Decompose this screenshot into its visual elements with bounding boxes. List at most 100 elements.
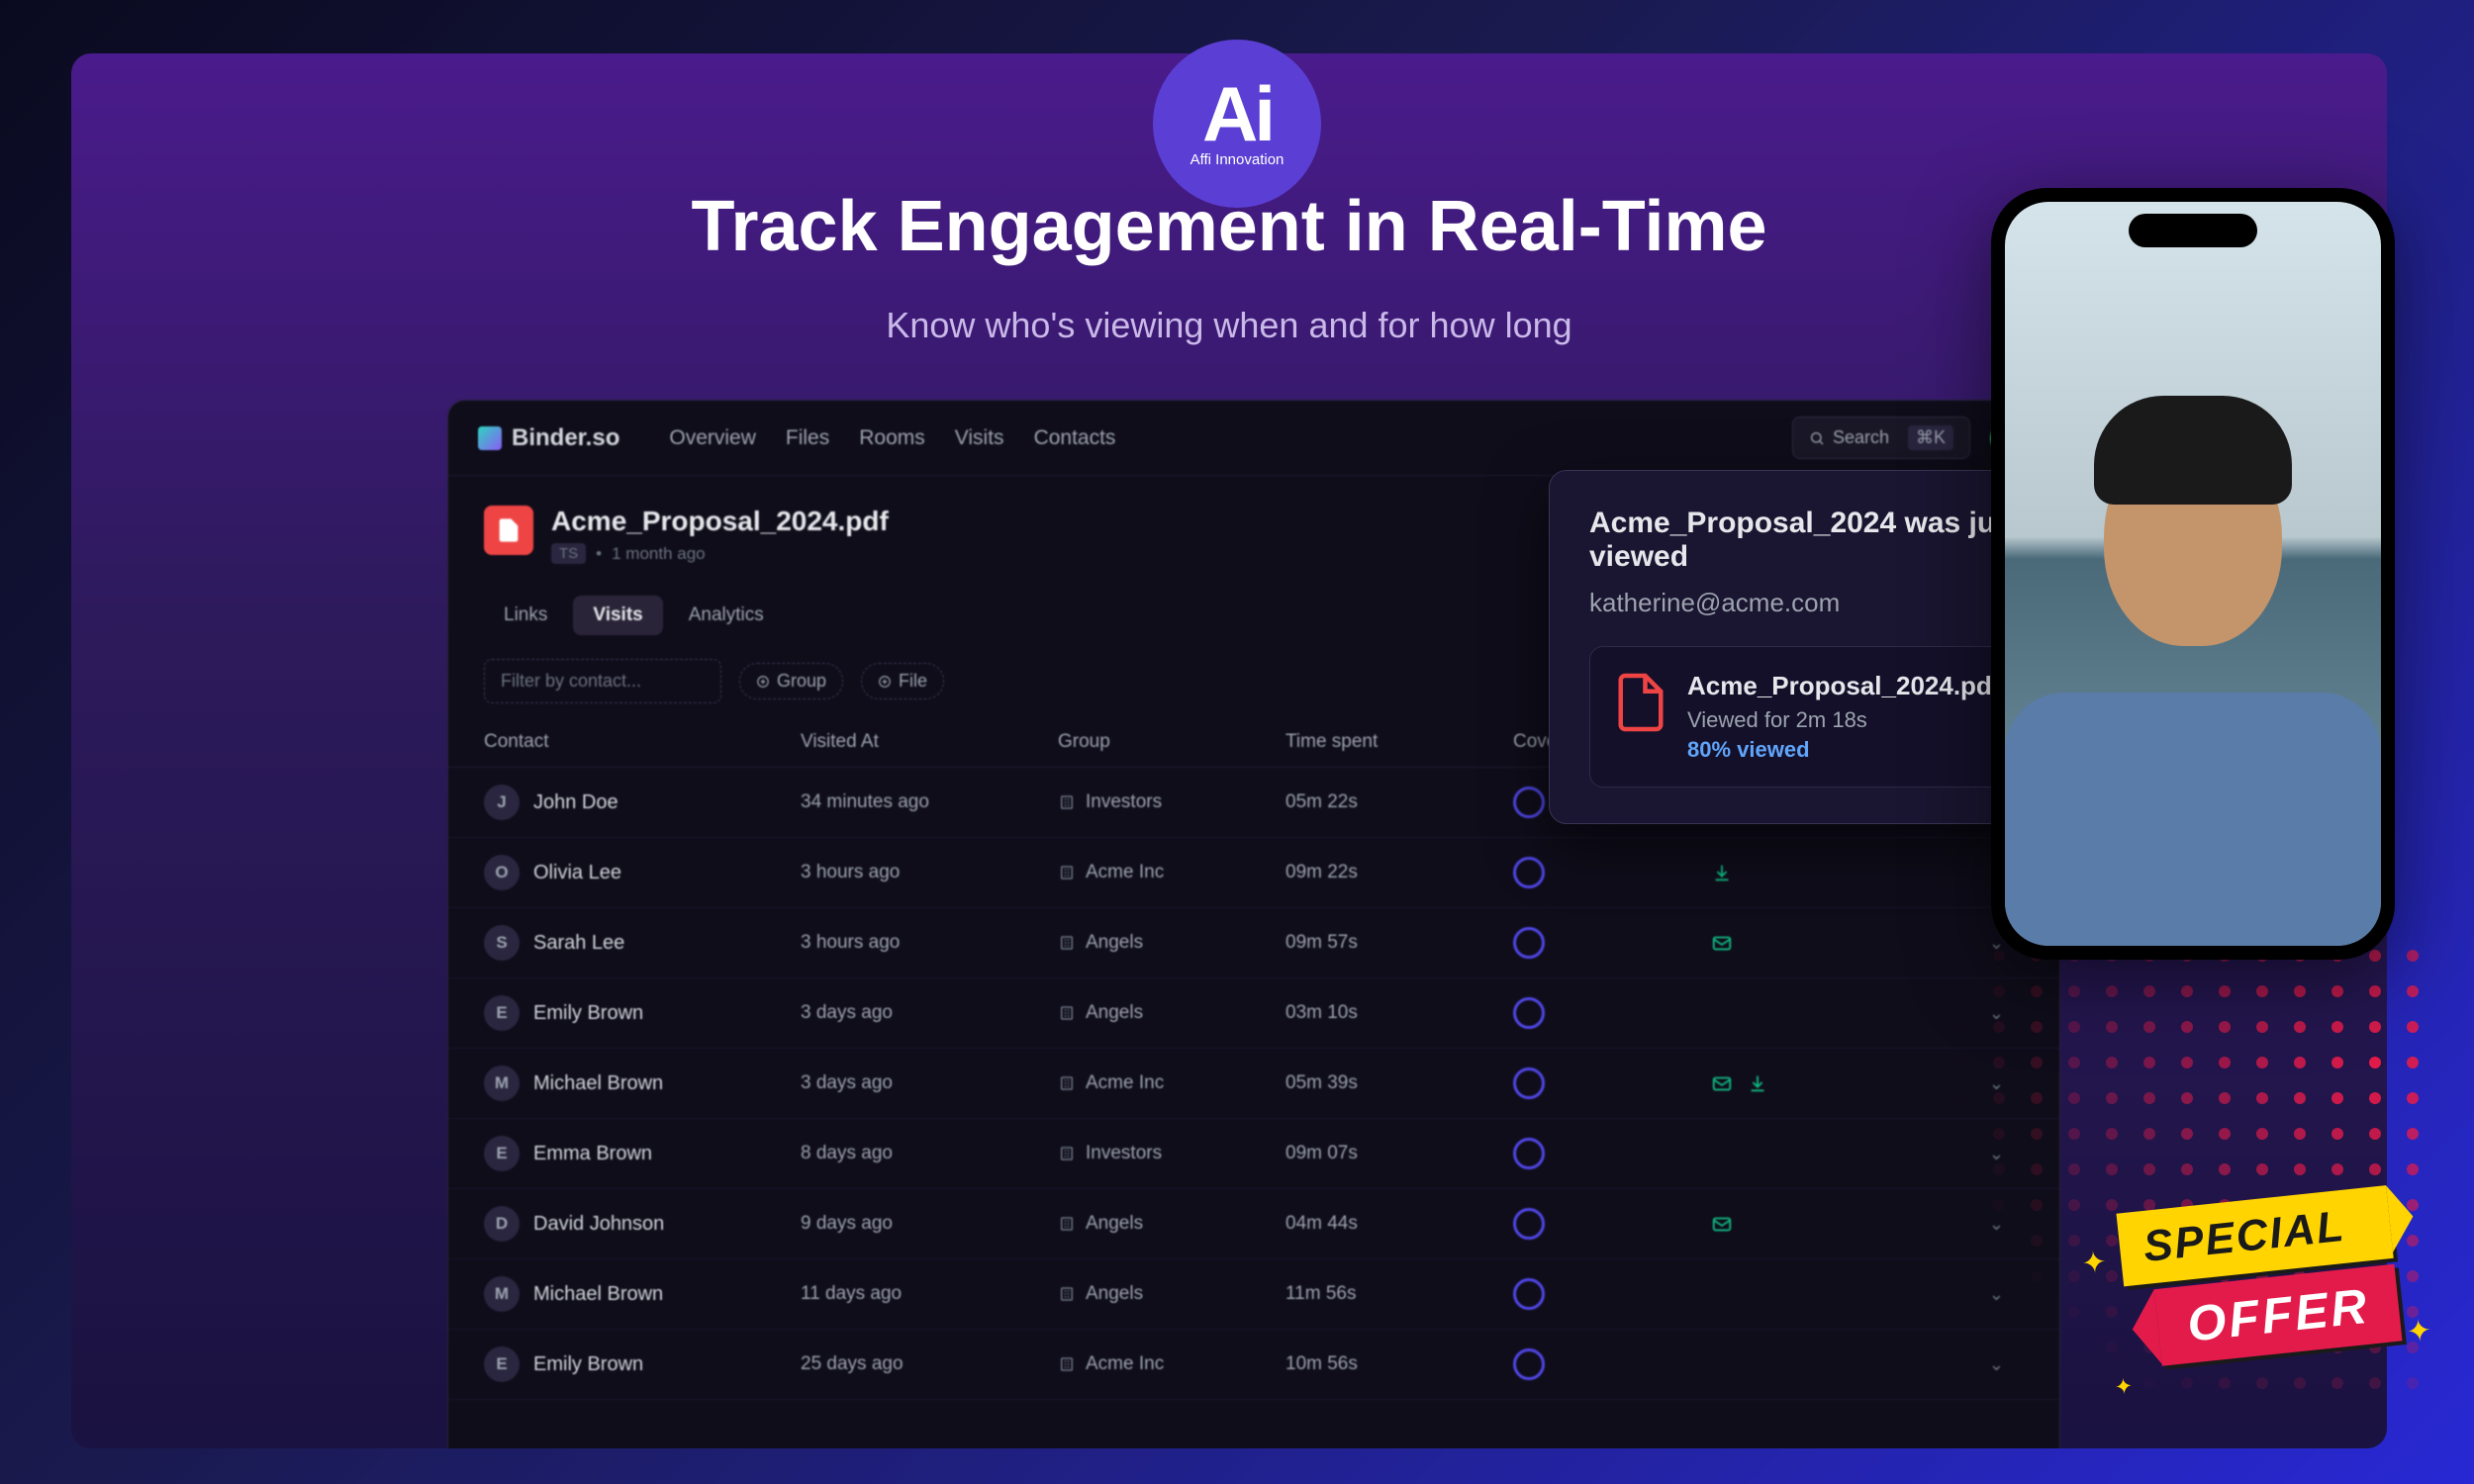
nav-rooms[interactable]: Rooms (859, 426, 925, 450)
tab-analytics[interactable]: Analytics (669, 596, 784, 635)
coverage-ring (1513, 1067, 1711, 1099)
affi-logo-badge: Ai Affi Innovation (1153, 40, 1321, 208)
table-row[interactable]: EEmily Brown25 days agoAcme Inc10m 56s⌄ (448, 1330, 2059, 1400)
time-spent: 05m 22s (1285, 791, 1513, 813)
visited-at: 3 days ago (801, 1072, 1058, 1094)
contact-name: David Johnson (533, 1213, 664, 1236)
visited-at: 8 days ago (801, 1143, 1058, 1164)
table-row[interactable]: SSarah Lee3 hours agoAngels09m 57s⌄ (448, 908, 2059, 978)
events-cell (1711, 932, 1909, 954)
col-group: Group (1058, 731, 1285, 753)
file-owner-badge: TS (551, 543, 586, 564)
subheadline: Know who's viewing when and for how long (886, 305, 1571, 346)
time-spent: 09m 22s (1285, 862, 1513, 883)
filter-contact-input[interactable]: Filter by contact... (484, 659, 721, 703)
contact-name: Emma Brown (533, 1143, 652, 1165)
contact-name: Michael Brown (533, 1072, 663, 1095)
table-row[interactable]: DDavid Johnson9 days agoAngels04m 44s⌄ (448, 1189, 2059, 1259)
coverage-ring (1513, 1208, 1711, 1240)
group-cell: Angels (1058, 1002, 1285, 1024)
group-filter-pill[interactable]: Group (739, 663, 843, 699)
spark-icon: ✦ (2079, 1245, 2108, 1281)
contact-avatar: D (484, 1206, 520, 1242)
contact-name: John Doe (533, 791, 618, 814)
events-cell (1711, 862, 1909, 883)
contact-avatar: E (484, 1136, 520, 1171)
search-icon (1809, 430, 1825, 446)
file-filter-pill[interactable]: File (861, 663, 944, 699)
time-spent: 05m 39s (1285, 1072, 1513, 1094)
brand: Binder.so (478, 424, 619, 452)
logo-text: Ai (1202, 79, 1272, 148)
file-icon (1614, 671, 1667, 734)
col-contact: Contact (484, 731, 801, 753)
presenter-photo (2005, 396, 2381, 946)
nav-visits[interactable]: Visits (955, 426, 1004, 450)
contact-name: Olivia Lee (533, 862, 621, 884)
search-input[interactable]: Search ⌘K (1792, 417, 1970, 459)
visited-at: 3 hours ago (801, 932, 1058, 954)
time-spent: 09m 57s (1285, 932, 1513, 954)
notification-duration: Viewed for 2m 18s (1687, 707, 2000, 733)
app-topbar: Binder.so Overview Files Rooms Visits Co… (448, 401, 2059, 476)
contact-name: Emily Brown (533, 1353, 643, 1376)
spark-icon: ✦ (2405, 1313, 2433, 1349)
visited-at: 3 hours ago (801, 862, 1058, 883)
col-visited: Visited At (801, 731, 1058, 753)
events-cell (1711, 1072, 1909, 1094)
time-spent: 03m 10s (1285, 1002, 1513, 1024)
time-spent: 04m 44s (1285, 1213, 1513, 1235)
coverage-ring (1513, 857, 1711, 888)
group-cell: Acme Inc (1058, 862, 1285, 883)
search-placeholder: Search (1833, 427, 1889, 448)
contact-avatar: M (484, 1276, 520, 1312)
group-cell: Angels (1058, 1213, 1285, 1235)
contact-avatar: E (484, 995, 520, 1031)
group-cell: Angels (1058, 1283, 1285, 1305)
pdf-icon (484, 506, 533, 555)
tab-visits[interactable]: Visits (573, 596, 662, 635)
phone-screen (2005, 202, 2381, 946)
group-cell: Investors (1058, 791, 1285, 813)
visited-at: 3 days ago (801, 1002, 1058, 1024)
events-cell (1711, 1213, 1909, 1235)
tab-links[interactable]: Links (484, 596, 567, 635)
brand-name: Binder.so (512, 424, 619, 452)
phone-notch (2129, 214, 2257, 247)
contact-avatar: S (484, 925, 520, 961)
contact-avatar: O (484, 855, 520, 890)
notification-file-name: Acme_Proposal_2024.pdf (1687, 671, 2000, 701)
group-cell: Acme Inc (1058, 1072, 1285, 1094)
time-spent: 11m 56s (1285, 1283, 1513, 1305)
brand-logo-icon (478, 426, 502, 450)
file-meta: TS • 1 month ago (551, 543, 889, 564)
plus-icon (756, 675, 770, 689)
spark-icon: ✦ (2113, 1373, 2134, 1401)
group-cell: Angels (1058, 932, 1285, 954)
coverage-ring (1513, 997, 1711, 1029)
plus-icon (878, 675, 892, 689)
coverage-ring (1513, 1278, 1711, 1310)
contact-avatar: J (484, 785, 520, 820)
coverage-ring (1513, 1138, 1711, 1169)
special-offer-badge: SPECIAL OFFER ✦ ✦ ✦ (2116, 1185, 2402, 1369)
main-nav: Overview Files Rooms Visits Contacts (669, 426, 1115, 450)
notification-percent: 80% viewed (1687, 737, 2000, 763)
nav-files[interactable]: Files (786, 426, 829, 450)
table-row[interactable]: EEmily Brown3 days agoAngels03m 10s⌄ (448, 978, 2059, 1049)
table-row[interactable]: OOlivia Lee3 hours agoAcme Inc09m 22s⌄ (448, 838, 2059, 908)
nav-overview[interactable]: Overview (669, 426, 756, 450)
time-spent: 10m 56s (1285, 1353, 1513, 1375)
visited-at: 25 days ago (801, 1353, 1058, 1375)
file-age: 1 month ago (612, 544, 706, 564)
file-title: Acme_Proposal_2024.pdf (551, 506, 889, 537)
logo-subtext: Affi Innovation (1190, 151, 1285, 168)
table-row[interactable]: EEmma Brown8 days agoInvestors09m 07s⌄ (448, 1119, 2059, 1189)
table-row[interactable]: MMichael Brown11 days agoAngels11m 56s⌄ (448, 1259, 2059, 1330)
contact-avatar: E (484, 1346, 520, 1382)
nav-contacts[interactable]: Contacts (1034, 426, 1116, 450)
time-spent: 09m 07s (1285, 1143, 1513, 1164)
visited-at: 11 days ago (801, 1283, 1058, 1305)
table-row[interactable]: MMichael Brown3 days agoAcme Inc05m 39s⌄ (448, 1049, 2059, 1119)
phone-mockup (1991, 188, 2395, 960)
